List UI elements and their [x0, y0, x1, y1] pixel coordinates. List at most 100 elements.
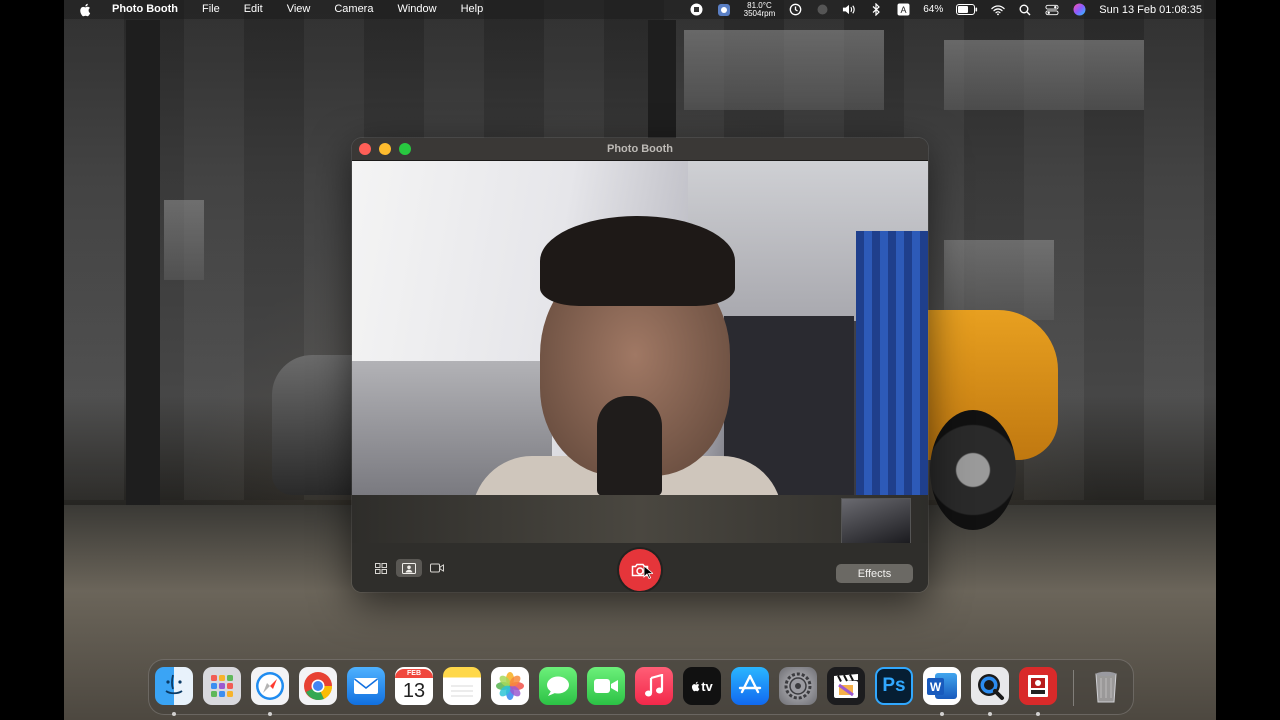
dock-system-preferences[interactable] [779, 667, 817, 705]
dock-final-cut-pro[interactable] [827, 667, 865, 705]
dock: FEB 13 tv Ps W [148, 659, 1134, 716]
app-store-icon [738, 674, 762, 694]
input-source-icon[interactable]: A [896, 3, 910, 17]
photos-icon [496, 672, 524, 700]
music-note-icon [645, 674, 664, 697]
menu-bar-clock[interactable]: Sun 13 Feb 01:08:35 [1099, 4, 1202, 16]
temperature-readout[interactable]: 81.0°C 3504rpm [743, 1, 776, 18]
dock-mail[interactable] [347, 667, 385, 705]
control-center-icon[interactable] [1045, 3, 1059, 17]
notes-icon [451, 685, 473, 697]
safari-icon [256, 672, 284, 700]
focus-icon[interactable] [815, 3, 829, 17]
photo-booth-window: Photo Booth Effects [352, 138, 928, 592]
wallpaper-light-patch [684, 30, 884, 110]
clapperboard-icon [834, 674, 858, 698]
chrome-icon [304, 672, 333, 701]
dock-music[interactable] [635, 667, 673, 705]
time-machine-icon[interactable] [788, 3, 802, 17]
window-title: Photo Booth [607, 143, 673, 155]
dock-messages[interactable] [539, 667, 577, 705]
dock-safari[interactable] [251, 667, 289, 705]
photoshop-label: Ps [882, 675, 906, 696]
dock-chrome[interactable] [299, 667, 337, 705]
wallpaper-pillar [126, 20, 160, 510]
quicktime-icon [978, 674, 1004, 700]
dock-quicktime[interactable] [971, 667, 1009, 705]
trash-icon [1095, 671, 1117, 703]
dock-word[interactable]: W [923, 667, 961, 705]
gear-icon [784, 672, 812, 700]
calendar-month: FEB [395, 668, 433, 678]
photo-thumbnail[interactable] [841, 498, 911, 544]
menu-view[interactable]: View [275, 0, 323, 19]
wallpaper-light-patch [944, 40, 1144, 110]
apple-icon [692, 681, 700, 691]
dock-notes[interactable] [443, 667, 481, 705]
running-indicator [940, 712, 944, 716]
launchpad-icon [211, 675, 233, 697]
word-label: W [927, 678, 944, 695]
dock-separator [1073, 670, 1074, 706]
svg-text:A: A [900, 5, 906, 15]
dock-calendar[interactable]: FEB 13 [395, 667, 433, 705]
letterbox-left [0, 0, 64, 720]
video-mode-button[interactable] [424, 559, 450, 577]
dock-photoshop[interactable]: Ps [875, 667, 913, 705]
photo-booth-icon [1028, 675, 1048, 697]
fan-monitor-icon[interactable] [717, 3, 731, 17]
wifi-icon[interactable] [991, 3, 1005, 17]
dock-photo-booth[interactable] [1019, 667, 1057, 705]
wallpaper-light-patch [944, 240, 1054, 320]
mail-icon [354, 678, 378, 694]
dock-finder[interactable] [155, 667, 193, 705]
four-photo-mode-button[interactable] [368, 559, 394, 577]
dock-apple-tv[interactable]: tv [683, 667, 721, 705]
apple-menu-icon[interactable] [78, 3, 92, 17]
video-camera-icon [594, 679, 618, 693]
capture-mode-selector [368, 559, 450, 577]
photo-booth-toolbar: Effects [352, 543, 928, 592]
menu-camera[interactable]: Camera [322, 0, 385, 19]
mouse-cursor-icon [643, 565, 653, 579]
apple-tv-label: tv [701, 678, 713, 694]
menu-edit[interactable]: Edit [232, 0, 275, 19]
battery-percent: 64% [923, 4, 944, 15]
siri-icon[interactable] [1072, 3, 1086, 17]
running-indicator [172, 712, 176, 716]
battery-icon[interactable] [956, 3, 978, 17]
dock-trash[interactable] [1087, 667, 1125, 705]
stop-recording-icon[interactable] [690, 3, 704, 17]
wallpaper-car-wheel [930, 410, 1016, 530]
camera-scene-curtain [856, 231, 928, 495]
window-titlebar[interactable]: Photo Booth [352, 138, 928, 161]
portrait-icon [402, 562, 416, 574]
camera-person-hair [540, 216, 735, 306]
dock-photos[interactable] [491, 667, 529, 705]
menu-window[interactable]: Window [385, 0, 448, 19]
menu-bar: Photo Booth File Edit View Camera Window… [64, 0, 1216, 19]
running-indicator [988, 712, 992, 716]
dock-facetime[interactable] [587, 667, 625, 705]
spotlight-search-icon[interactable] [1018, 3, 1032, 17]
letterbox-right [1216, 0, 1280, 720]
running-indicator [268, 712, 272, 716]
menu-app-name[interactable]: Photo Booth [108, 0, 190, 19]
wallpaper-light-patch [164, 200, 204, 280]
fan-speed-value: 3504rpm [743, 8, 776, 18]
dock-app-store[interactable] [731, 667, 769, 705]
video-camera-icon [430, 563, 444, 573]
single-photo-mode-button[interactable] [396, 559, 422, 577]
grid-icon [375, 562, 387, 574]
bluetooth-icon[interactable] [869, 3, 883, 17]
menu-help[interactable]: Help [449, 0, 496, 19]
running-indicator [1036, 712, 1040, 716]
take-photo-button[interactable] [619, 549, 661, 591]
volume-icon[interactable] [842, 3, 856, 17]
dock-launchpad[interactable] [203, 667, 241, 705]
menu-file[interactable]: File [190, 0, 232, 19]
camera-preview [352, 161, 928, 495]
finder-icon [165, 674, 183, 695]
camera-person-hand [597, 396, 662, 495]
effects-button[interactable]: Effects [836, 564, 913, 583]
